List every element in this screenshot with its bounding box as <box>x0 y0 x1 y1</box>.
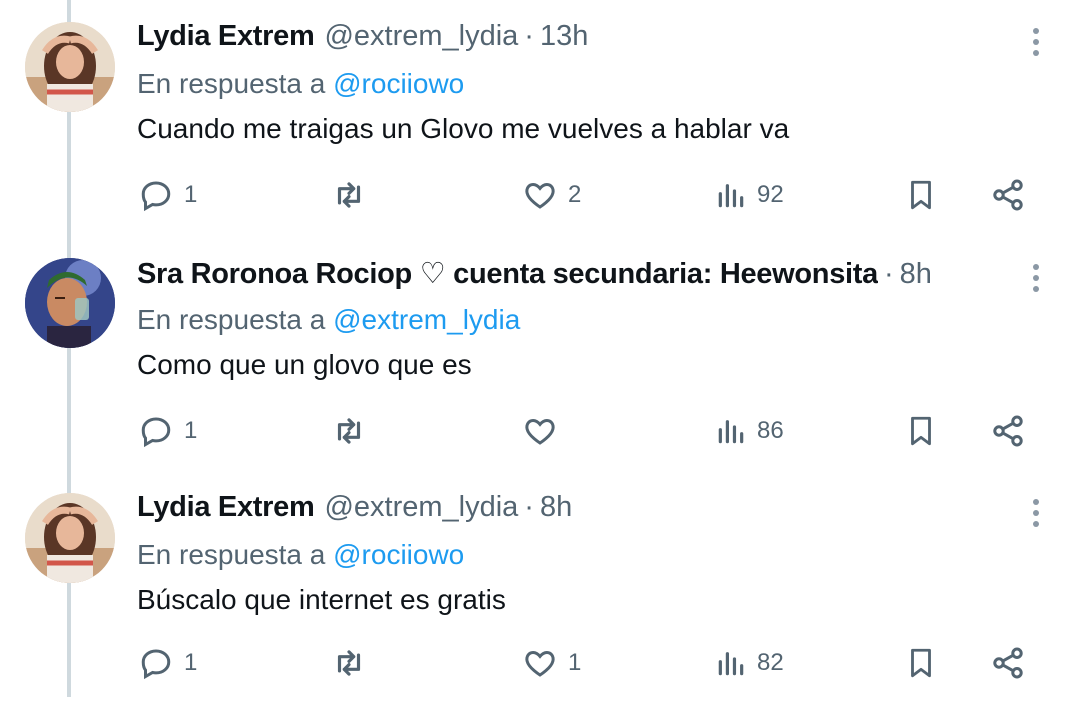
views-button[interactable]: 86 <box>715 406 784 456</box>
like-icon <box>525 650 555 677</box>
retweet-icon <box>337 650 361 676</box>
like-button[interactable] <box>522 406 568 456</box>
views-count: 82 <box>757 649 784 676</box>
reply-mention[interactable]: @rociiowo <box>333 68 464 99</box>
like-button[interactable]: 1 <box>522 638 581 688</box>
reply-icon <box>141 649 171 680</box>
tweet-header: Lydia Extrem @extrem_lydia · 13h <box>137 20 1017 60</box>
timestamp[interactable]: 8h <box>540 491 572 524</box>
retweet-icon <box>337 418 361 444</box>
views-icon <box>718 652 744 676</box>
bookmark-button[interactable] <box>904 406 938 456</box>
share-button[interactable] <box>990 638 1026 688</box>
views-count: 86 <box>757 417 784 444</box>
tweet[interactable]: Lydia Extrem @extrem_lydia · 8h En respu… <box>0 471 1080 705</box>
bookmark-icon <box>911 180 931 210</box>
reply-button[interactable]: 1 <box>138 170 197 220</box>
tweet[interactable]: Lydia Extrem @extrem_lydia · 13h En resp… <box>0 0 1080 234</box>
views-icon <box>718 184 744 208</box>
reply-context: En respuesta a @rociiowo <box>137 539 464 571</box>
reply-count: 1 <box>184 649 198 676</box>
tweet-text: Búscalo que internet es gratis <box>137 584 506 615</box>
reply-mention[interactable]: @extrem_lydia <box>333 304 520 335</box>
user-handle[interactable]: @extrem_lydia <box>324 20 518 53</box>
display-name[interactable]: Lydia Extrem <box>137 20 315 53</box>
bookmark-icon <box>911 648 931 678</box>
more-icon <box>1033 28 1039 56</box>
reply-mention[interactable]: @rociiowo <box>333 539 464 570</box>
avatar[interactable] <box>25 22 115 112</box>
views-button[interactable]: 92 <box>715 170 784 220</box>
tweet-text: Cuando me traigas un Glovo me vuelves a … <box>137 113 790 144</box>
tweet-header: Lydia Extrem @extrem_lydia · 8h <box>137 491 1017 531</box>
reply-prefix: En respuesta a <box>137 539 326 570</box>
reply-icon <box>141 181 171 212</box>
timestamp[interactable]: 13h <box>540 20 588 53</box>
display-name[interactable]: Sra Roronoa Rociop ♡ cuenta secundaria: … <box>137 256 878 291</box>
more-icon <box>1033 499 1039 527</box>
like-icon <box>525 418 555 445</box>
reply-count: 1 <box>184 417 198 444</box>
more-icon <box>1033 264 1039 292</box>
like-count: 2 <box>568 181 582 208</box>
share-icon <box>993 415 1023 447</box>
share-button[interactable] <box>990 170 1026 220</box>
display-name[interactable]: Lydia Extrem <box>137 491 315 524</box>
bookmark-button[interactable] <box>904 170 938 220</box>
more-options-button[interactable] <box>1020 24 1052 60</box>
separator-dot: · <box>524 20 534 52</box>
like-icon <box>525 182 555 209</box>
views-button[interactable]: 82 <box>715 638 784 688</box>
avatar[interactable] <box>25 493 115 583</box>
reply-context: En respuesta a @rociiowo <box>137 68 464 100</box>
tweet-header: Sra Roronoa Rociop ♡ cuenta secundaria: … <box>137 256 1017 296</box>
retweet-button[interactable] <box>330 406 378 456</box>
views-count: 92 <box>757 181 784 208</box>
reply-count: 1 <box>184 181 198 208</box>
retweet-icon <box>337 182 361 208</box>
like-count: 1 <box>568 649 582 676</box>
share-icon <box>993 647 1023 679</box>
retweet-button[interactable] <box>330 170 378 220</box>
tweet-text: Como que un glovo que es <box>137 349 472 380</box>
avatar[interactable] <box>25 258 115 348</box>
reply-context: En respuesta a @extrem_lydia <box>137 304 520 336</box>
action-bar: 1 1 82 <box>0 638 1080 688</box>
separator-dot: · <box>884 258 894 290</box>
like-button[interactable]: 2 <box>522 170 581 220</box>
timestamp[interactable]: 8h <box>900 258 932 291</box>
share-icon <box>993 179 1023 211</box>
user-handle[interactable]: @extrem_lydia <box>324 491 518 524</box>
reply-button[interactable]: 1 <box>138 406 197 456</box>
retweet-button[interactable] <box>330 638 378 688</box>
more-options-button[interactable] <box>1020 260 1052 296</box>
action-bar: 1 2 92 <box>0 170 1080 220</box>
reply-prefix: En respuesta a <box>137 304 326 335</box>
tweet[interactable]: Sra Roronoa Rociop ♡ cuenta secundaria: … <box>0 236 1080 470</box>
views-icon <box>718 420 744 444</box>
reply-button[interactable]: 1 <box>138 638 197 688</box>
bookmark-button[interactable] <box>904 638 938 688</box>
reply-prefix: En respuesta a <box>137 68 326 99</box>
reply-icon <box>141 417 171 448</box>
bookmark-icon <box>911 416 931 446</box>
more-options-button[interactable] <box>1020 495 1052 531</box>
action-bar: 1 86 <box>0 406 1080 456</box>
separator-dot: · <box>524 491 534 523</box>
share-button[interactable] <box>990 406 1026 456</box>
